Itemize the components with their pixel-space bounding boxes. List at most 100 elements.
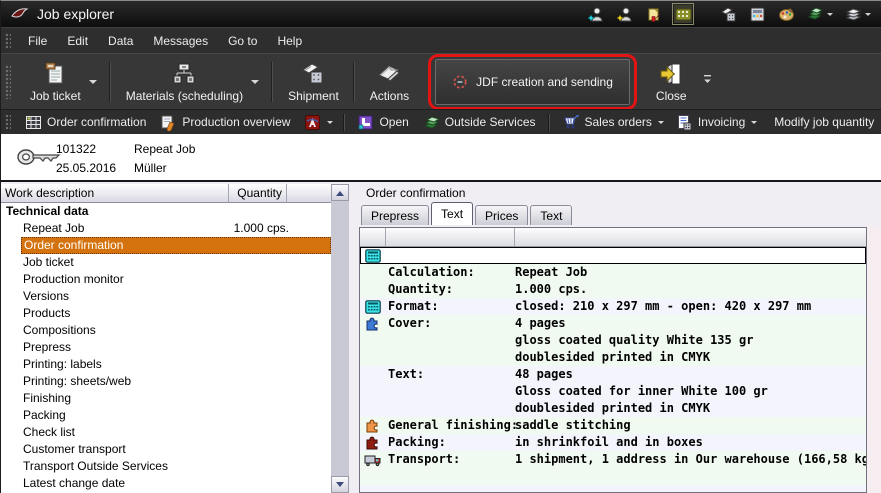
toolbar-button[interactable]: Actions [358, 58, 421, 106]
row-label: Cover: [386, 315, 515, 332]
content-row[interactable]: Gloss coated for inner White 100 gr [360, 383, 866, 400]
toolbar-grip[interactable] [5, 65, 11, 99]
tree-item[interactable]: Repeat Job 1.000 cps. [1, 220, 331, 237]
right-panel-scroll-area[interactable] [867, 227, 881, 493]
content-row[interactable]: Text: 48 pages [360, 366, 866, 383]
production-overview-icon [160, 114, 177, 131]
secondary-toolbar: Order confirmation Production overview O… [1, 109, 881, 134]
tree-item[interactable]: Finishing [1, 390, 331, 407]
tab-strip: Prepress Text Prices Text [359, 202, 881, 225]
panel-title: Order confirmation [359, 184, 881, 202]
tree-group-label[interactable]: Technical data [1, 203, 331, 220]
tree-item[interactable]: Check list [1, 424, 331, 441]
content-row[interactable]: Transport: 1 shipment, 1 address in Our … [360, 451, 866, 468]
toolbar2-button[interactable]: Outside Services [416, 111, 543, 134]
tree-item[interactable]: Prepress [1, 339, 331, 356]
package-icon[interactable] [719, 5, 737, 23]
menu-item[interactable]: File [18, 29, 57, 53]
content-row[interactable]: Cover: 4 pages [360, 315, 866, 332]
tab[interactable]: Text [431, 202, 473, 225]
close-icon [658, 61, 684, 87]
tab[interactable]: Text [530, 205, 572, 225]
column-header-blank [287, 184, 331, 203]
toolbar-button[interactable]: JDF creation and sending [435, 59, 630, 105]
toolbar-button[interactable]: Shipment [276, 58, 351, 106]
job-date: 25.05.2016 [56, 159, 116, 178]
tree-item[interactable]: Production monitor [1, 271, 331, 288]
tab[interactable]: Prices [475, 205, 528, 225]
menu-item[interactable]: Go to [218, 29, 267, 53]
tree-item[interactable]: Transport Outside Services [1, 458, 331, 475]
work-description-panel: Work description Quantity Technical data… [1, 184, 349, 493]
tree-item[interactable]: Printing: sheets/web [1, 373, 331, 390]
tree-item[interactable]: Printing: labels [1, 356, 331, 373]
window-title: Job explorer [37, 6, 114, 22]
order-confirmation-content: Calculation: Repeat Job Quantity: 1.000 … [359, 227, 867, 493]
tree-item[interactable]: Packing [1, 407, 331, 424]
content-row[interactable]: doublesided printed in CMYK [360, 349, 866, 366]
column-header-work-description[interactable]: Work description [1, 184, 229, 203]
toolbar-grip[interactable] [5, 114, 11, 130]
titlebar: Job explorer [1, 1, 881, 27]
toolbar2-button[interactable]: Order confirmation [18, 111, 153, 134]
menu-item[interactable]: Messages [143, 29, 218, 53]
scroll-down-button[interactable] [331, 476, 349, 493]
tree-item[interactable]: Job ticket [1, 254, 331, 271]
actions-icon [376, 61, 402, 87]
tree-item[interactable]: Compositions [1, 322, 331, 339]
palette-icon[interactable] [777, 5, 795, 23]
toolbar-button[interactable]: Materials (scheduling) [114, 58, 269, 106]
outside-services-icon [423, 114, 440, 131]
job-explorer-window: Job explorer [0, 0, 881, 493]
toolbar-button[interactable]: Job ticket [18, 58, 107, 106]
menu-item[interactable]: Data [98, 29, 143, 53]
toolbar2-button[interactable]: Sales orders [555, 111, 669, 134]
row-label: General finishing: [386, 417, 515, 434]
tree-item-quantity: 1.000 cps. [1, 220, 289, 237]
tree-item[interactable]: Products [1, 305, 331, 322]
truck-icon [360, 451, 386, 468]
tree-item[interactable]: Order confirmation [21, 237, 331, 254]
user-edit-icon[interactable] [616, 5, 634, 23]
note-export-icon[interactable] [645, 5, 663, 23]
menu-item[interactable]: Help [267, 29, 312, 53]
calculator-icon[interactable] [748, 5, 766, 23]
layers-icon[interactable] [806, 5, 824, 23]
stack-icon[interactable] [844, 5, 862, 23]
row-label: Calculation: [386, 264, 515, 281]
menubar: File Edit Data Messages Go to Help [1, 27, 881, 53]
toolbar2-button[interactable] [297, 111, 338, 134]
titlebar-toolbar [587, 5, 871, 23]
content-row[interactable]: gloss coated quality White 135 gr [360, 332, 866, 349]
content-row[interactable]: Calculation: Repeat Job [360, 264, 866, 281]
work-description-tree: Technical data Repeat Job 1.000 cps. Ord… [1, 203, 331, 493]
row-label [386, 332, 515, 349]
content-row[interactable]: General finishing: saddle stitching [360, 417, 866, 434]
toolbar-button[interactable]: Close [644, 58, 699, 106]
row-label [386, 247, 515, 264]
left-panel-header: Work description Quantity [1, 184, 331, 203]
toolbar2-button[interactable]: Open [350, 111, 415, 134]
tree-item[interactable]: Latest change date [1, 475, 331, 492]
tab[interactable]: Prepress [361, 205, 429, 225]
toolbar-overflow-icon[interactable] [703, 73, 712, 91]
content-row[interactable]: doublesided printed in CMYK [360, 400, 866, 417]
column-header-quantity[interactable]: Quantity [229, 184, 287, 203]
content-row[interactable]: Packing: in shrinkfoil and in boxes [360, 434, 866, 451]
content-row[interactable] [360, 247, 866, 264]
scroll-up-button[interactable] [331, 184, 349, 201]
toolbar2-button[interactable]: Modify job quantity [762, 112, 881, 132]
keypad-icon[interactable] [674, 5, 692, 23]
tree-item[interactable]: Customer transport [1, 441, 331, 458]
toolbar2-button[interactable]: Invoicing [669, 111, 762, 134]
app-icon [11, 7, 29, 21]
toolbar-grip[interactable] [5, 33, 11, 49]
job-name-customer: Repeat Job Müller [134, 140, 195, 178]
menu-item[interactable]: Edit [57, 29, 98, 53]
content-row[interactable]: Format: closed: 210 x 297 mm - open: 420… [360, 298, 866, 315]
content-row[interactable]: Quantity: 1.000 cps. [360, 281, 866, 298]
user-add-icon[interactable] [587, 5, 605, 23]
toolbar2-button[interactable]: Production overview [153, 111, 297, 134]
left-panel-scrollbar[interactable] [331, 184, 349, 493]
tree-item[interactable]: Versions [1, 288, 331, 305]
